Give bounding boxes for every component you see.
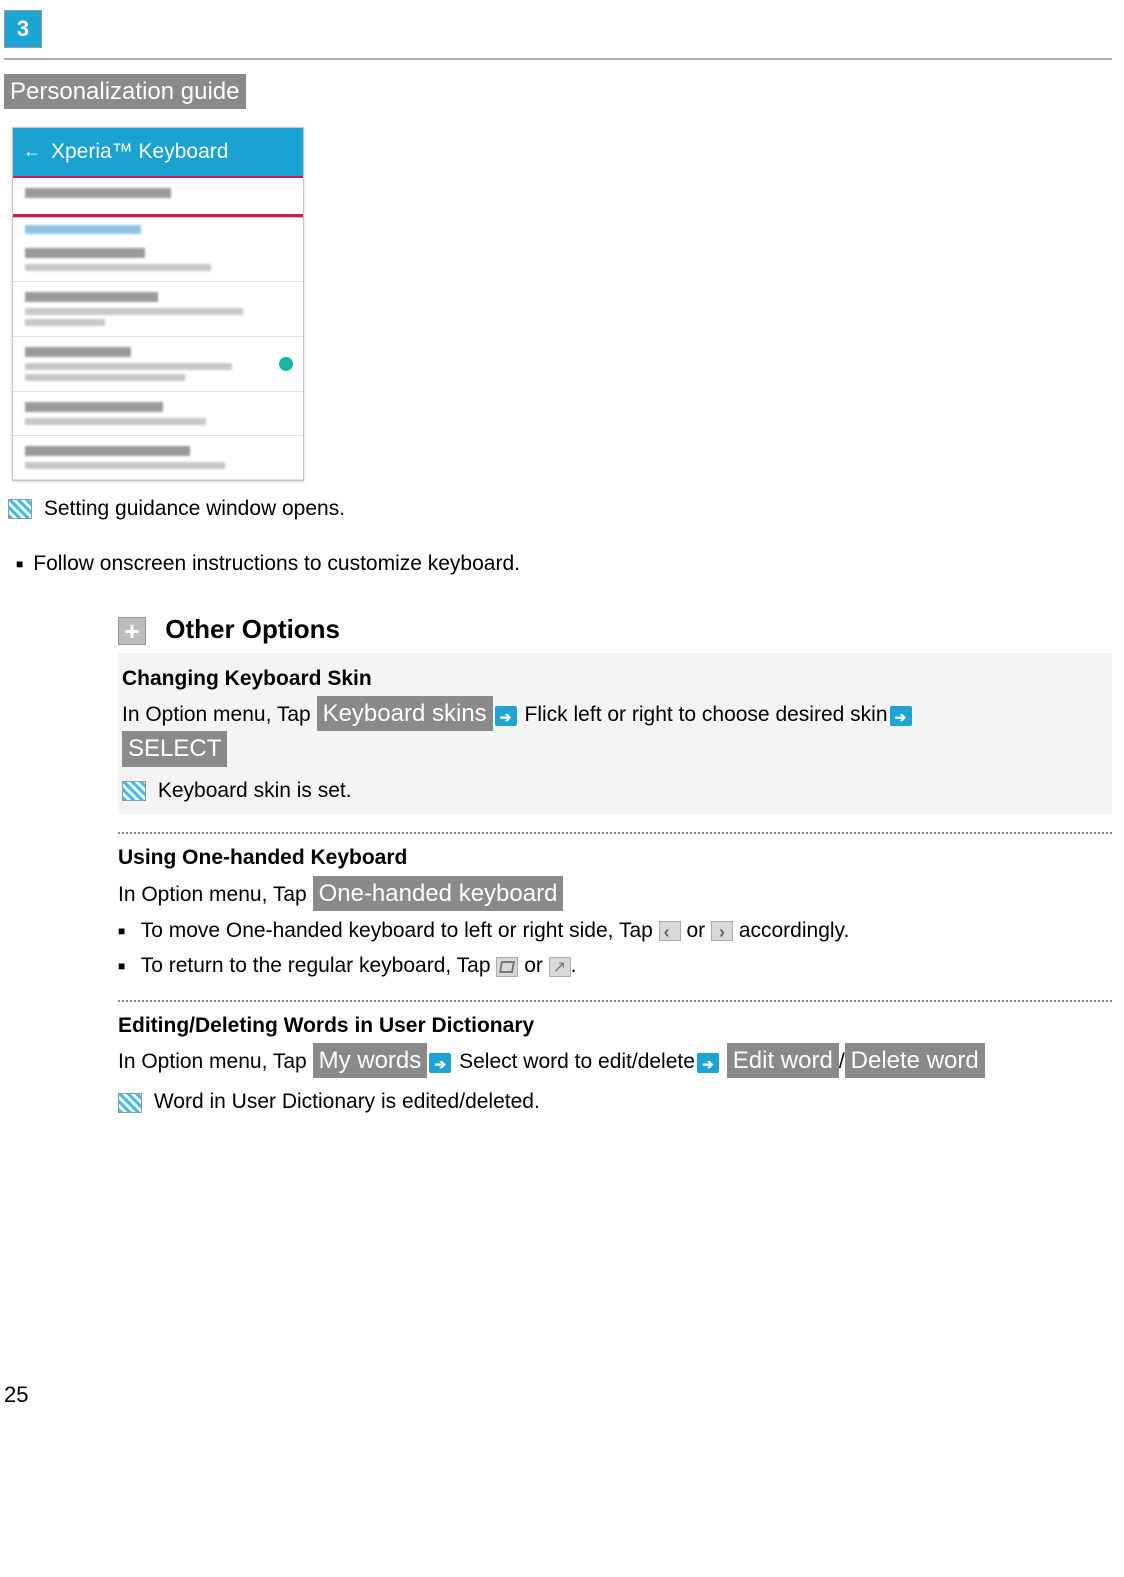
chip-keyboard-skins: Keyboard skins <box>317 696 493 731</box>
phone-screenshot: ← Xperia™ Keyboard <box>12 127 304 481</box>
bullet-follow-instructions: Follow onscreen instructions to customiz… <box>16 548 1112 580</box>
divider-dotted <box>118 1000 1112 1002</box>
page-number: 25 <box>4 1378 1112 1411</box>
text: To return to the regular keyboard, Tap <box>141 954 497 977</box>
divider-dotted <box>118 832 1112 834</box>
text-skin-pre: In Option menu, Tap <box>122 703 317 726</box>
arrow-icon <box>890 706 912 726</box>
block-keyboard-skin: Changing Keyboard Skin In Option menu, T… <box>118 653 1112 814</box>
chip-my-words: My words <box>313 1043 428 1078</box>
result-icon <box>8 499 32 519</box>
chip-select: SELECT <box>122 731 227 766</box>
result-text-dict: Word in User Dictionary is edited/delete… <box>154 1090 540 1113</box>
bullet-onehand-return: To return to the regular keyboard, Tap o… <box>118 950 1112 982</box>
arrow-icon <box>429 1053 451 1073</box>
divider-top <box>4 58 1112 60</box>
block-user-dictionary: Editing/Deleting Words in User Dictionar… <box>118 1010 1112 1118</box>
plus-icon: + <box>118 617 146 645</box>
back-arrow-icon: ← <box>23 138 41 165</box>
text-dict-mid: Select word to edit/delete <box>459 1050 695 1073</box>
arrow-icon <box>495 706 517 726</box>
text-dict-pre: In Option menu, Tap <box>118 1050 313 1073</box>
result-text-skin: Keyboard skin is set. <box>158 779 352 802</box>
expand-alt-icon <box>549 957 571 977</box>
chip-edit-word: Edit word <box>727 1043 839 1078</box>
chevron-right-icon <box>711 921 733 941</box>
shot-header-title: Xperia™ Keyboard <box>51 136 228 168</box>
result-text-1: Setting guidance window opens. <box>44 497 345 520</box>
result-icon <box>122 781 146 801</box>
chip-one-handed-keyboard: One-handed keyboard <box>313 876 564 911</box>
text: accordingly. <box>733 919 849 942</box>
result-icon <box>118 1093 142 1113</box>
text: . <box>571 954 577 977</box>
heading-one-handed: Using One-handed Keyboard <box>118 842 1112 874</box>
text: or <box>518 954 548 977</box>
step-badge-3: 3 <box>4 10 42 48</box>
block-one-handed: Using One-handed Keyboard In Option menu… <box>118 842 1112 982</box>
chip-personalization-guide: Personalization guide <box>4 74 246 109</box>
chip-delete-word: Delete word <box>845 1043 985 1078</box>
heading-user-dictionary: Editing/Deleting Words in User Dictionar… <box>118 1010 1112 1042</box>
heading-keyboard-skin: Changing Keyboard Skin <box>122 663 1108 695</box>
bullet-onehand-move: To move One-handed keyboard to left or r… <box>118 915 1112 947</box>
chevron-left-icon <box>659 921 681 941</box>
expand-icon <box>496 957 518 977</box>
text-onehand-pre: In Option menu, Tap <box>118 883 313 906</box>
arrow-icon <box>697 1053 719 1073</box>
section-title-other-options: Other Options <box>165 614 340 644</box>
text: or <box>681 919 711 942</box>
text: To move One-handed keyboard to left or r… <box>141 919 659 942</box>
text-skin-mid: Flick left or right to choose desired sk… <box>525 703 888 726</box>
